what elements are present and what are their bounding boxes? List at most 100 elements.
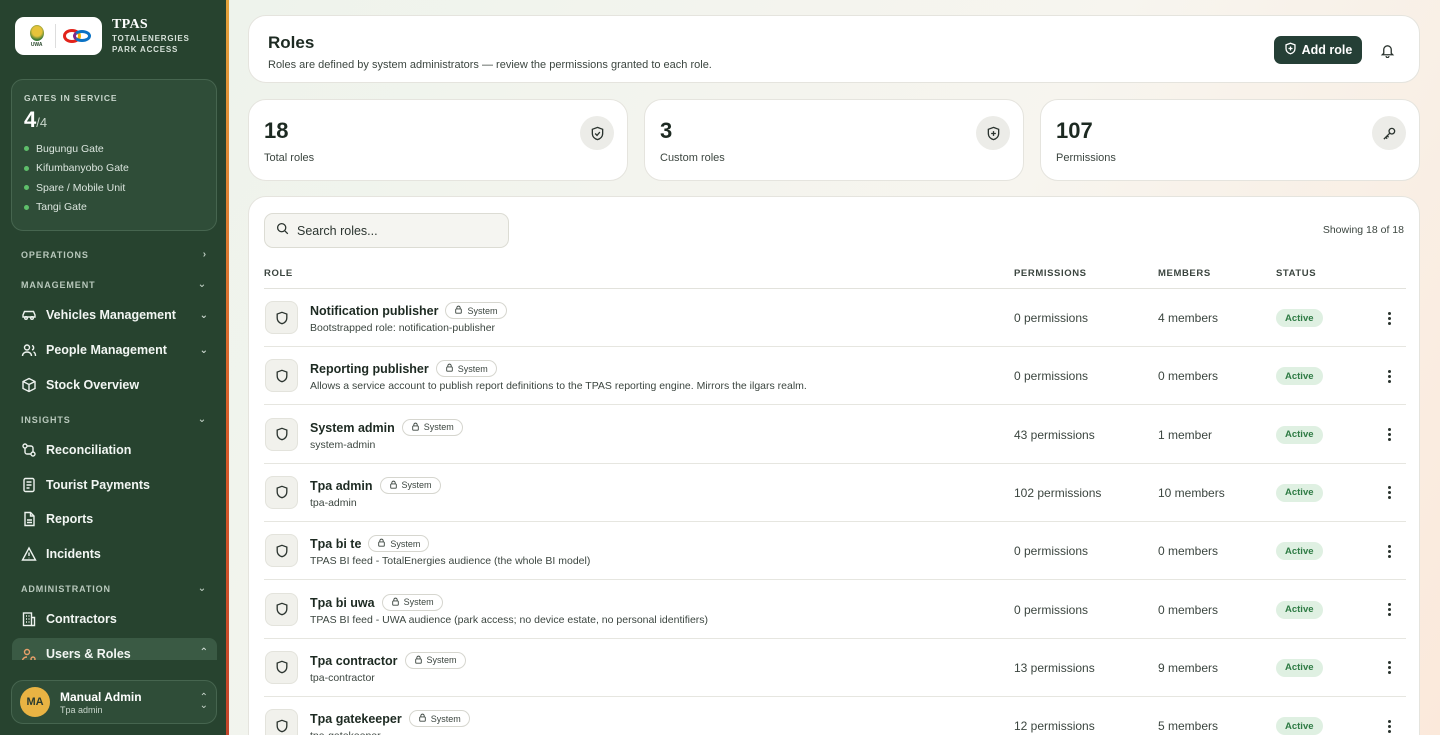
more-vertical-icon[interactable] — [1383, 716, 1395, 735]
chevron-down-icon: ⌄ — [199, 309, 208, 321]
uwa-logo: UWA — [24, 21, 50, 51]
stat-value: 3 — [660, 118, 673, 143]
table-row[interactable]: Tpa bi uwa System TPAS BI feed - UWA audie… — [264, 581, 1406, 639]
role-permissions: 0 permissions — [1014, 369, 1089, 384]
sidebar-item-tourist-payments[interactable]: Tourist Payments — [12, 469, 217, 501]
lock-icon — [391, 597, 400, 608]
lock-icon — [389, 480, 398, 491]
more-vertical-icon[interactable] — [1383, 658, 1395, 678]
column-header-role[interactable]: ROLE — [264, 268, 293, 279]
system-badge: System — [379, 476, 441, 494]
table-row[interactable]: Tpa contractor System tpa-contractor 13 per… — [264, 639, 1406, 697]
status-badge: Active — [1276, 425, 1323, 444]
column-header-status[interactable]: STATUS — [1276, 268, 1316, 279]
lock-icon — [454, 305, 463, 316]
sidebar: UWA TPAS TOTALENERGIES PARK ACCESS GATES… — [0, 0, 226, 735]
role-permissions: 102 permissions — [1014, 485, 1102, 500]
table-row[interactable]: System admin System system-admin 43 permiss… — [264, 406, 1406, 464]
sidebar-item-people[interactable]: People Management ⌄ — [12, 334, 217, 366]
chevron-down-icon: ⌄ — [197, 583, 207, 594]
status-badge: Active — [1276, 717, 1323, 735]
table-row[interactable]: Reporting publisher System Allows a servic… — [264, 347, 1406, 406]
role-name[interactable]: Tpa bi uwa System — [310, 593, 443, 611]
role-members: 0 members — [1158, 602, 1219, 617]
user-menu[interactable]: MA Manual Admin Tpa admin ⌃ ⌄ — [11, 680, 217, 724]
chevron-right-icon: › — [202, 249, 207, 260]
brand[interactable]: UWA TPAS TOTALENERGIES PARK ACCESS — [15, 16, 205, 56]
nav-section-insights[interactable]: INSIGHTS ⌄ — [21, 414, 207, 425]
brand-subtitle-line1: TOTALENERGIES — [112, 34, 190, 43]
stat-label: Permissions — [1056, 152, 1116, 164]
role-name[interactable]: Reporting publisher System — [310, 360, 497, 378]
role-name[interactable]: Notification publisher System — [310, 302, 507, 319]
role-description: Bootstrapped role: notification-publishe… — [310, 322, 496, 334]
receipt-icon — [21, 477, 37, 493]
role-name[interactable]: Tpa contractor System — [310, 651, 466, 669]
column-header-permissions[interactable]: PERMISSIONS — [1014, 268, 1087, 279]
system-badge: System — [404, 651, 466, 669]
chevron-down-icon: ⌄ — [199, 344, 208, 356]
table-row[interactable]: Tpa gatekeeperSystem tpa-gatekeeper 12 per… — [264, 697, 1406, 735]
bell-icon[interactable] — [1377, 40, 1397, 60]
uwa-logo-text: UWA — [30, 41, 43, 48]
more-vertical-icon[interactable] — [1383, 541, 1395, 561]
role-members: 0 members — [1158, 544, 1219, 559]
shield-icon — [265, 359, 298, 393]
role-permissions: 43 permissions — [1014, 427, 1095, 442]
sidebar-item-contractors[interactable]: Contractors — [12, 603, 217, 635]
lock-icon — [377, 538, 386, 549]
shield-icon — [265, 417, 298, 451]
alert-triangle-icon — [21, 546, 37, 562]
shield-icon — [265, 709, 298, 735]
gate-item: Spare / Mobile Unit — [24, 178, 204, 198]
status-dot-icon — [24, 185, 29, 191]
role-description: TPAS BI feed - TotalEnergies audience (t… — [310, 555, 591, 568]
search-box[interactable] — [264, 213, 509, 248]
gates-in-service-panel: GATES IN SERVICE 4/4 Bugungu Gate Kifumb… — [11, 79, 217, 231]
column-header-members[interactable]: MEMBERS — [1158, 268, 1211, 279]
role-description: tpa-contractor — [310, 671, 375, 684]
nav-section-administration[interactable]: ADMINISTRATION ⌄ — [21, 583, 207, 594]
system-badge: System — [368, 535, 430, 553]
role-name[interactable]: Tpa gatekeeper System — [310, 710, 470, 728]
sidebar-item-reports[interactable]: Reports — [12, 503, 217, 535]
more-vertical-icon[interactable] — [1383, 600, 1395, 620]
table-row[interactable]: Tpa admin System tpa-admin 102 permissions 1… — [264, 464, 1406, 522]
box-icon — [21, 377, 37, 393]
shield-check-icon — [580, 116, 614, 150]
role-name[interactable]: Tpa admin System — [310, 476, 441, 494]
lock-icon — [411, 422, 420, 433]
gate-item: Tangi Gate — [24, 198, 204, 218]
role-name[interactable]: Tpa bi te System — [310, 535, 430, 553]
user-name: Manual Admin — [60, 689, 142, 704]
shield-icon — [265, 650, 298, 684]
stat-permissions: 107 Permissions — [1040, 99, 1420, 181]
nav-section-operations[interactable]: OPERATIONS › — [21, 249, 207, 260]
role-members: 0 members — [1158, 369, 1219, 384]
nav-section-management[interactable]: MANAGEMENT ⌄ — [21, 279, 207, 290]
sidebar-item-vehicles[interactable]: Vehicles Management ⌄ — [12, 299, 217, 331]
gate-item: Bugungu Gate — [24, 139, 204, 159]
add-role-button[interactable]: Add role — [1274, 36, 1362, 64]
more-vertical-icon[interactable] — [1383, 483, 1395, 503]
status-dot-icon — [24, 204, 29, 210]
lock-icon — [414, 655, 423, 666]
role-description: tpa-gatekeeper — [310, 730, 381, 735]
table-row[interactable]: Tpa bi te System TPAS BI feed - TotalEnerg… — [264, 522, 1406, 581]
role-name[interactable]: System admin System — [310, 418, 463, 436]
search-input[interactable] — [297, 223, 497, 238]
sidebar-item-users-roles[interactable]: Users & Roles ⌃ — [12, 638, 217, 660]
brand-subtitle-line2: PARK ACCESS — [112, 45, 179, 54]
stat-total-roles: 18 Total roles — [248, 99, 628, 181]
sidebar-item-incidents[interactable]: Incidents — [12, 538, 217, 570]
sidebar-item-stock[interactable]: Stock Overview — [12, 369, 217, 401]
more-vertical-icon[interactable] — [1383, 366, 1395, 386]
search-icon — [276, 222, 289, 240]
role-members: 10 members — [1158, 485, 1225, 500]
table-row[interactable]: Notification publisher System Bootstrapped… — [264, 289, 1406, 347]
chevron-up-down-icon: ⌃ ⌄ — [199, 692, 208, 711]
more-vertical-icon[interactable] — [1383, 425, 1395, 445]
sidebar-item-reconciliation[interactable]: Reconciliation — [12, 434, 217, 466]
system-badge: System — [381, 593, 443, 611]
more-vertical-icon[interactable] — [1383, 308, 1395, 328]
